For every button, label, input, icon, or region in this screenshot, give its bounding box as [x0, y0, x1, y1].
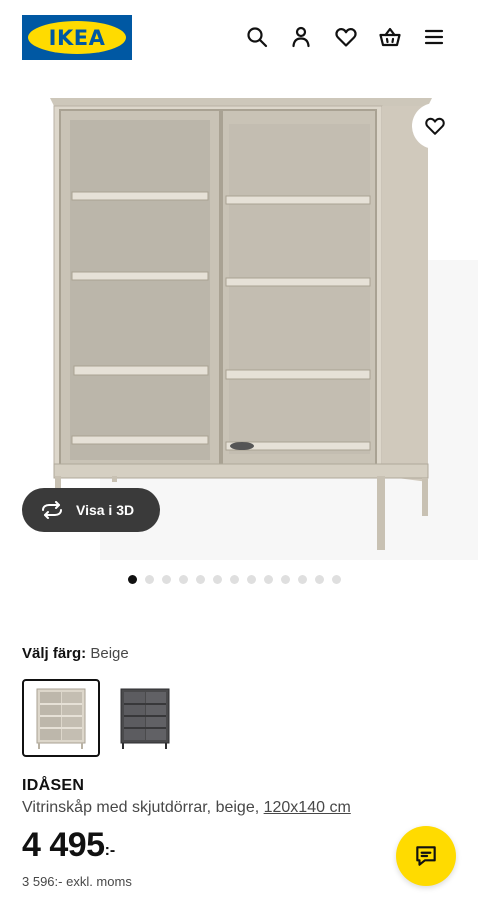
product-price: 4 495 :- — [22, 826, 115, 865]
carousel-dot[interactable] — [213, 574, 222, 584]
dark-grey-cabinet-thumbnail — [120, 688, 170, 749]
product-size-link[interactable]: 120x140 cm — [264, 799, 351, 816]
color-label-text: Välj färg: — [22, 645, 87, 662]
add-to-favourites-button[interactable] — [412, 103, 458, 149]
heart-icon — [425, 117, 445, 135]
carousel-dot[interactable] — [247, 574, 256, 584]
menu-icon[interactable] — [421, 24, 447, 50]
ikea-logo[interactable]: IKEA — [22, 15, 132, 60]
carousel-dot[interactable] — [281, 574, 290, 584]
product-gallery[interactable]: Visa i 3D — [0, 80, 480, 570]
chat-icon — [416, 846, 436, 866]
carousel-dots[interactable] — [128, 574, 341, 584]
selected-color-value: Beige — [90, 645, 129, 662]
carousel-dot[interactable] — [128, 574, 137, 584]
price-suffix: :- — [104, 842, 116, 859]
search-icon[interactable] — [244, 24, 270, 50]
beige-cabinet-thumbnail — [36, 688, 86, 749]
product-description-text: Vitrinskåp med skjutdörrar, beige, — [22, 799, 260, 816]
view-in-3d-label: Visa i 3D — [76, 502, 135, 518]
rotate-3d-icon — [42, 501, 62, 519]
chat-button[interactable] — [396, 826, 456, 886]
price-amount: 4 495 — [22, 826, 105, 864]
color-swatch-beige[interactable] — [22, 679, 100, 757]
carousel-dot[interactable] — [230, 574, 239, 584]
carousel-dot[interactable] — [298, 574, 307, 584]
carousel-dot[interactable] — [179, 574, 188, 584]
color-swatch-dark-grey[interactable] — [106, 679, 184, 757]
product-description: Vitrinskåp med skjutdörrar, beige, 120x1… — [22, 799, 351, 817]
price-ex-vat: 3 596:- exkl. moms — [22, 874, 132, 889]
logo-oval: IKEA — [28, 21, 126, 54]
carousel-dot[interactable] — [315, 574, 324, 584]
carousel-dot[interactable] — [145, 574, 154, 584]
carousel-dot[interactable] — [332, 574, 341, 584]
account-icon[interactable] — [288, 24, 314, 50]
top-bar: IKEA — [0, 0, 480, 80]
product-name: IDÅSEN — [22, 777, 85, 794]
heart-icon[interactable] — [333, 24, 359, 50]
carousel-dot[interactable] — [196, 574, 205, 584]
carousel-dot[interactable] — [162, 574, 171, 584]
logo-text: IKEA — [48, 25, 106, 50]
view-in-3d-button[interactable]: Visa i 3D — [22, 488, 160, 532]
carousel-dot[interactable] — [264, 574, 273, 584]
color-label: Välj färg: Beige — [22, 645, 129, 662]
basket-icon[interactable] — [377, 24, 403, 50]
